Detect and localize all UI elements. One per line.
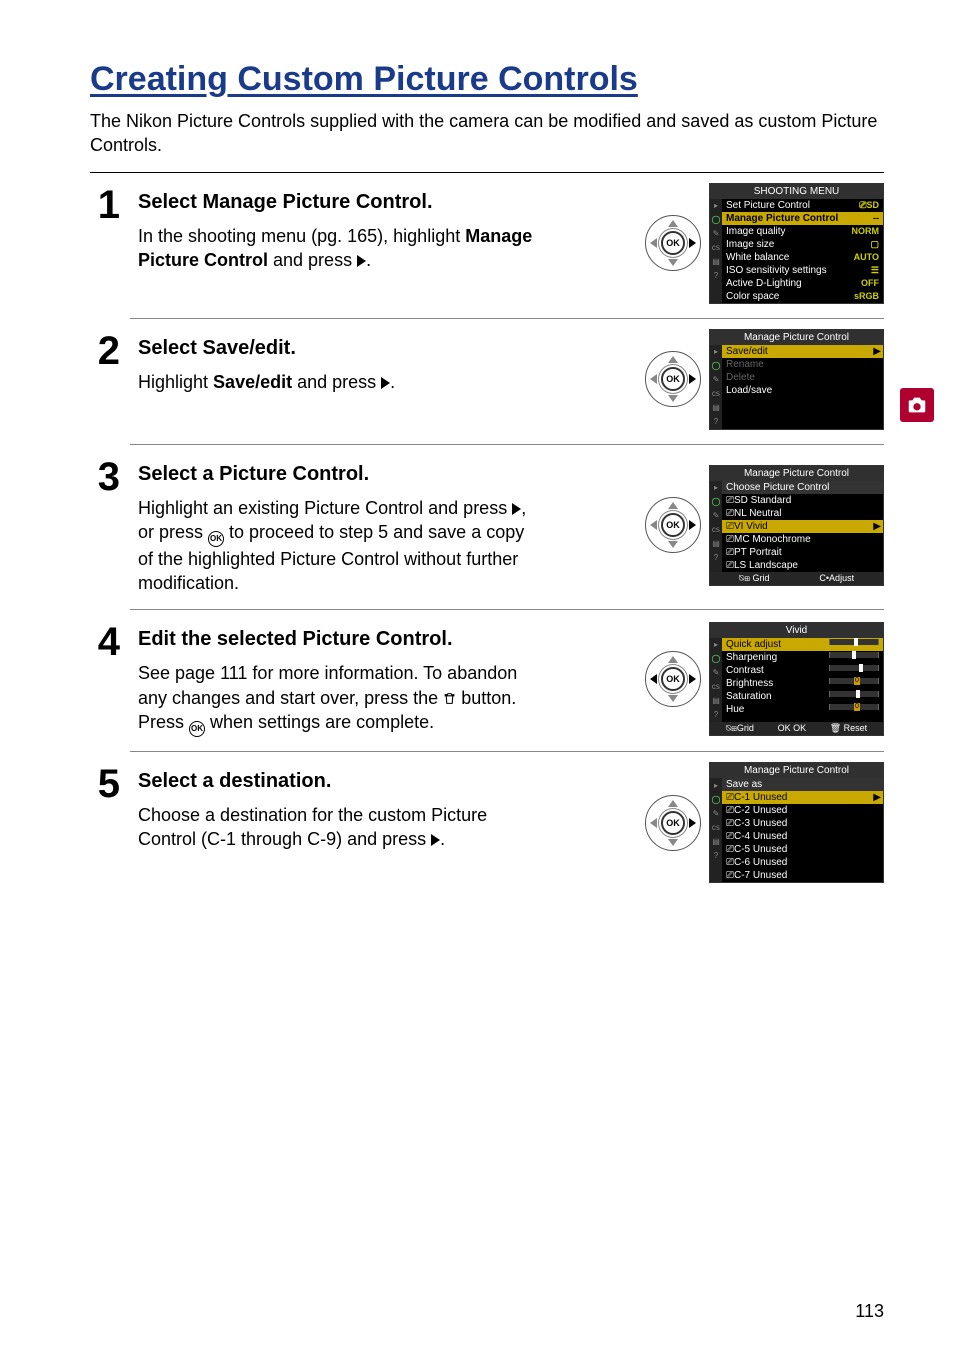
lcd-row: ⎚C-5 Unused: [722, 843, 883, 856]
lcd-row: Set Picture Control⎚SD: [722, 199, 883, 212]
step-number: 3: [90, 455, 120, 596]
lcd-row: ⎚C-7 Unused: [722, 869, 883, 882]
page-title: Creating Custom Picture Controls: [90, 60, 884, 99]
divider: [90, 172, 884, 173]
right-triangle-icon: [357, 255, 366, 267]
lcd-row: Manage Picture Control--: [722, 212, 883, 225]
lcd-row: Save/edit: [722, 345, 883, 358]
multi-selector-icon: OK: [645, 351, 701, 407]
lcd-row: Image qualityNORM: [722, 225, 883, 238]
ok-button-icon: OK: [661, 667, 685, 691]
step-2: 2 Select Save/edit. Highlight Save/edit …: [90, 329, 884, 430]
lcd-title: Manage Picture Control: [710, 763, 883, 778]
lcd-row: ⎚C-6 Unused: [722, 856, 883, 869]
divider: [130, 609, 884, 610]
lcd-slider-row: Quick adjust: [722, 638, 883, 651]
lcd-subtitle: Choose Picture Control: [722, 481, 883, 494]
ok-button-icon: OK: [661, 367, 685, 391]
lcd-row: ⎚NL Neutral: [722, 507, 883, 520]
trash-icon: [443, 691, 456, 706]
lcd-row: Rename: [722, 358, 883, 371]
step-5: 5 Select a destination. Choose a destina…: [90, 762, 884, 883]
camera-lcd-screenshot: SHOOTING MENU▸◯✎ᴄꜱ▤?Set Picture Control⎚…: [709, 183, 884, 304]
divider: [130, 751, 884, 752]
ok-icon: OK: [208, 531, 224, 547]
camera-lcd-screenshot: Manage Picture Control▸◯✎ᴄꜱ▤?Save/editRe…: [709, 329, 884, 430]
lcd-row: Delete: [722, 371, 883, 384]
lcd-title: Vivid: [710, 623, 883, 638]
side-tab-camera-icon: [900, 388, 934, 422]
step-text: Choose a destination for the custom Pict…: [138, 803, 538, 852]
camera-lcd-screenshot: Manage Picture Control▸◯✎ᴄꜱ▤?Choose Pict…: [709, 465, 884, 586]
lcd-row: Color spacesRGB: [722, 290, 883, 303]
right-triangle-icon: [381, 377, 390, 389]
step-illustration: OK SHOOTING MENU▸◯✎ᴄꜱ▤?Set Picture Contr…: [594, 183, 884, 304]
step-heading: Edit the selected Picture Control.: [138, 628, 576, 651]
step-3: 3 Select a Picture Control. Highlight an…: [90, 455, 884, 596]
step-illustration: OK Manage Picture Control▸◯✎ᴄꜱ▤?Save as⎚…: [594, 762, 884, 883]
lcd-slider-row: Hue0: [722, 703, 883, 716]
intro-text: The Nikon Picture Controls supplied with…: [90, 109, 884, 158]
ok-button-icon: OK: [661, 231, 685, 255]
step-illustration: OK Manage Picture Control▸◯✎ᴄꜱ▤?Choose P…: [594, 455, 884, 596]
lcd-title: SHOOTING MENU: [710, 184, 883, 199]
step-number: 2: [90, 329, 120, 430]
step-heading: Select Manage Picture Control.: [138, 191, 576, 214]
step-text: Highlight an existing Picture Control an…: [138, 496, 538, 596]
lcd-row: Active D-LightingOFF: [722, 277, 883, 290]
ok-icon: OK: [189, 721, 205, 737]
multi-selector-icon: OK: [645, 651, 701, 707]
step-heading: Select a destination.: [138, 770, 576, 793]
multi-selector-icon: OK: [645, 215, 701, 271]
ok-button-icon: OK: [661, 811, 685, 835]
multi-selector-icon: OK: [645, 497, 701, 553]
step-4: 4 Edit the selected Picture Control. See…: [90, 620, 884, 737]
lcd-row: ⎚MC Monochrome: [722, 533, 883, 546]
lcd-title: Manage Picture Control: [710, 330, 883, 345]
right-triangle-icon: [512, 503, 521, 515]
lcd-row: ⎚LS Landscape: [722, 559, 883, 572]
right-triangle-icon: [431, 834, 440, 846]
divider: [130, 444, 884, 445]
lcd-row: ⎚PT Portrait: [722, 546, 883, 559]
camera-lcd-screenshot: Vivid▸◯✎ᴄꜱ▤?Quick adjustSharpeningContra…: [709, 622, 884, 736]
lcd-row: Load/save: [722, 384, 883, 397]
lcd-row: ⎚SD Standard: [722, 494, 883, 507]
lcd-slider-row: Contrast: [722, 664, 883, 677]
camera-lcd-screenshot: Manage Picture Control▸◯✎ᴄꜱ▤?Save as⎚C-1…: [709, 762, 884, 883]
lcd-slider-row: Brightness0: [722, 677, 883, 690]
step-text: In the shooting menu (pg. 165), highligh…: [138, 224, 538, 273]
lcd-row: Image size▢: [722, 238, 883, 251]
step-heading: Select Save/edit.: [138, 337, 576, 360]
multi-selector-icon: OK: [645, 795, 701, 851]
lcd-row: ⎚VI Vivid: [722, 520, 883, 533]
step-illustration: OK Manage Picture Control▸◯✎ᴄꜱ▤?Save/edi…: [594, 329, 884, 430]
lcd-row: ⎚C-2 Unused: [722, 804, 883, 817]
step-number: 5: [90, 762, 120, 883]
ok-button-icon: OK: [661, 513, 685, 537]
page-number: 113: [855, 1301, 884, 1322]
step-number: 4: [90, 620, 120, 737]
lcd-slider-row: Saturation: [722, 690, 883, 703]
step-1: 1 Select Manage Picture Control. In the …: [90, 183, 884, 304]
step-text: Highlight Save/edit and press .: [138, 370, 538, 394]
step-heading: Select a Picture Control.: [138, 463, 576, 486]
lcd-row: ISO sensitivity settings☰: [722, 264, 883, 277]
divider: [130, 318, 884, 319]
lcd-title: Manage Picture Control: [710, 466, 883, 481]
step-text: See page 111 for more information. To ab…: [138, 661, 538, 737]
lcd-subtitle: Save as: [722, 778, 883, 791]
lcd-footer: ⍉⊞ GridC•Adjust: [710, 572, 883, 585]
lcd-row: ⎚C-1 Unused: [722, 791, 883, 804]
step-illustration: OK Vivid▸◯✎ᴄꜱ▤?Quick adjustSharpeningCon…: [594, 620, 884, 737]
lcd-row: ⎚C-3 Unused: [722, 817, 883, 830]
lcd-row: White balanceAUTO: [722, 251, 883, 264]
step-number: 1: [90, 183, 120, 304]
lcd-footer: ⍉⊞GridOK OK🗑 Reset: [710, 722, 883, 735]
lcd-slider-row: Sharpening: [722, 651, 883, 664]
lcd-row: ⎚C-4 Unused: [722, 830, 883, 843]
